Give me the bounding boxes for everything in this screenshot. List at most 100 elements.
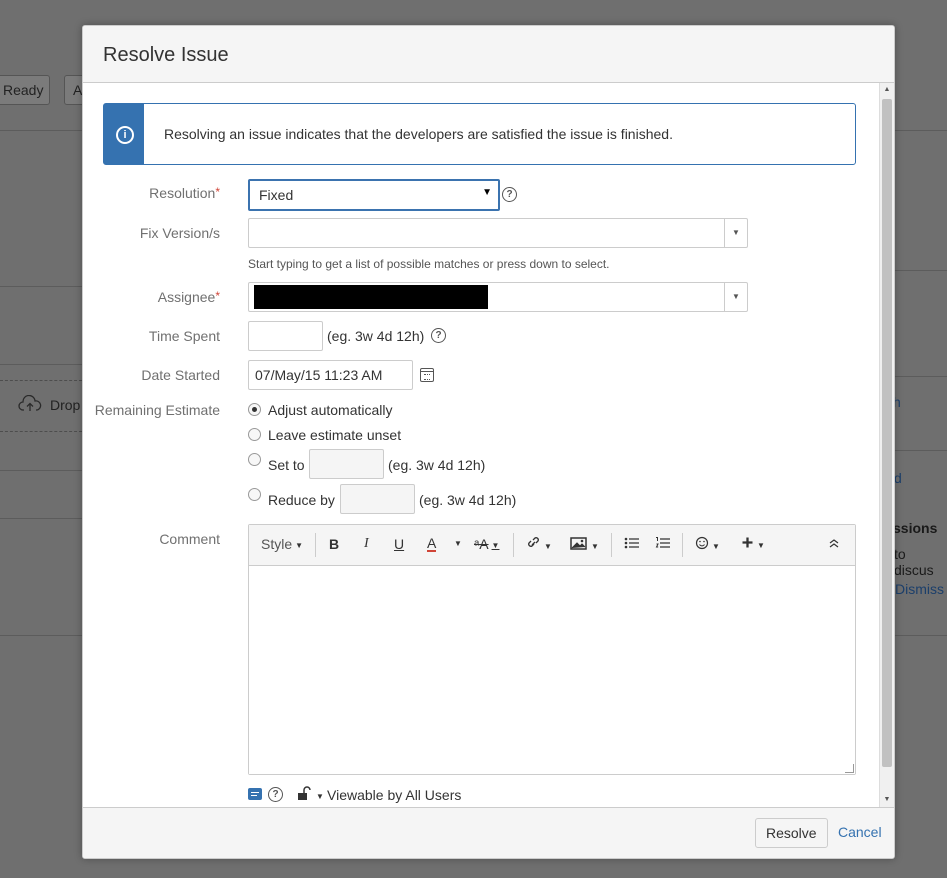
- help-icon[interactable]: ?: [502, 187, 517, 202]
- chevron-down-icon[interactable]: ▼: [316, 792, 324, 801]
- date-started-input[interactable]: [248, 360, 413, 390]
- background-divider: [0, 470, 82, 471]
- visibility-text[interactable]: Viewable by All Users: [327, 787, 461, 803]
- set-to-hint: (eg. 3w 4d 12h): [388, 457, 486, 473]
- set-to-input[interactable]: [309, 449, 384, 479]
- reduce-by-hint: (eg. 3w 4d 12h): [419, 492, 517, 508]
- required-marker: *: [215, 185, 220, 199]
- background-link: d: [894, 470, 902, 486]
- background-ready-button: Ready: [0, 75, 51, 105]
- assignee-dropdown-button[interactable]: ▼: [724, 283, 747, 311]
- resize-handle[interactable]: [845, 764, 854, 773]
- cancel-link[interactable]: Cancel: [838, 824, 882, 840]
- background-divider: [893, 450, 947, 451]
- background-divider: [0, 518, 82, 519]
- background-dismiss-link: Dismiss: [895, 581, 944, 597]
- time-spent-label: Time Spent: [148, 328, 220, 344]
- background-divider: [893, 635, 947, 636]
- chevron-down-icon: ▼: [491, 540, 500, 550]
- toolbar-separator: [513, 533, 514, 557]
- scroll-up-arrow[interactable]: ▲: [880, 83, 894, 97]
- chevron-down-icon: ▼: [295, 540, 304, 550]
- date-started-label: Date Started: [141, 367, 220, 383]
- time-spent-hint: (eg. 3w 4d 12h): [327, 328, 425, 344]
- numbered-list-button[interactable]: [655, 536, 671, 553]
- background-divider: [893, 130, 947, 131]
- resolution-label: Resolution*: [149, 185, 220, 201]
- italic-button[interactable]: I: [364, 536, 369, 552]
- background-divider: [0, 286, 82, 287]
- cloud-upload-icon: [18, 394, 42, 411]
- background-divider: [0, 130, 82, 131]
- chevron-down-icon: ▼: [482, 187, 492, 198]
- dialog-body: i Resolving an issue indicates that the …: [83, 83, 880, 807]
- lock-icon[interactable]: [297, 786, 311, 805]
- chevron-double-up-icon: [829, 539, 839, 548]
- resolution-select[interactable]: Fixed ▼: [248, 179, 500, 211]
- info-icon: i: [116, 126, 134, 144]
- fix-versions-hint: Start typing to get a list of possible m…: [248, 257, 610, 271]
- plus-icon: [742, 537, 753, 548]
- comment-textarea[interactable]: [249, 566, 855, 774]
- info-message-text: Resolving an issue indicates that the de…: [164, 126, 673, 142]
- help-icon[interactable]: ?: [268, 787, 283, 802]
- link-button[interactable]: ▼: [525, 536, 552, 553]
- assignee-redacted-value: [254, 285, 488, 309]
- bullet-list-icon: [624, 537, 639, 549]
- radio-adjust-automatically[interactable]: [248, 403, 261, 416]
- assignee-label: Assignee*: [157, 289, 220, 305]
- dialog-scrollbar[interactable]: ▲ ▼: [879, 83, 894, 807]
- scroll-down-arrow[interactable]: ▼: [880, 793, 894, 807]
- chevron-down-icon[interactable]: ▼: [454, 539, 462, 548]
- reduce-by-input[interactable]: [340, 484, 415, 514]
- wiki-markup-icon[interactable]: [248, 788, 262, 800]
- info-sidebar: i: [104, 104, 144, 164]
- style-dropdown[interactable]: Style ▼: [261, 536, 303, 552]
- radio-set-to[interactable]: [248, 453, 261, 466]
- radio-label-leave-estimate-unset: Leave estimate unset: [268, 427, 402, 443]
- insert-more-button[interactable]: ▼: [741, 536, 765, 552]
- radio-leave-estimate-unset[interactable]: [248, 428, 261, 441]
- chevron-down-icon: ▼: [591, 541, 599, 551]
- toolbar-separator: [315, 533, 316, 557]
- numbered-list-icon: [655, 537, 670, 548]
- editor-toolbar: Style ▼ B I U A ▼ ᵃA ▼ ▼ ▼ ▼ ▼: [249, 525, 855, 566]
- toolbar-separator: [611, 533, 612, 557]
- comment-editor: Style ▼ B I U A ▼ ᵃA ▼ ▼ ▼ ▼ ▼: [248, 524, 856, 775]
- link-icon: [528, 537, 539, 547]
- image-icon: [570, 537, 587, 550]
- emoticon-button[interactable]: ▼: [695, 536, 720, 553]
- chevron-down-icon: ▼: [757, 540, 765, 550]
- time-spent-field[interactable]: [249, 322, 322, 350]
- collapse-toolbar-button[interactable]: [828, 537, 840, 552]
- date-started-field[interactable]: [249, 361, 412, 389]
- fix-versions-input[interactable]: ▼: [248, 218, 748, 248]
- image-button[interactable]: ▼: [570, 536, 599, 553]
- radio-label-reduce-by: Reduce by: [268, 492, 335, 508]
- assignee-select[interactable]: ▼: [248, 282, 748, 312]
- chevron-down-icon: ▼: [732, 228, 740, 237]
- text-color-button[interactable]: A: [427, 536, 437, 552]
- bullet-list-button[interactable]: [624, 536, 640, 553]
- background-discussions-text: to discus: [894, 546, 934, 578]
- radio-label-set-to: Set to: [268, 457, 305, 473]
- dialog-title: Resolve Issue: [103, 44, 229, 66]
- required-marker: *: [215, 289, 220, 303]
- background-dropzone: Drop: [0, 380, 82, 432]
- bold-button[interactable]: B: [329, 536, 339, 552]
- resolve-button[interactable]: Resolve: [755, 818, 828, 848]
- dialog-footer: Resolve Cancel: [83, 807, 894, 858]
- text-style-button[interactable]: ᵃA ▼: [474, 536, 499, 552]
- calendar-icon[interactable]: [420, 368, 434, 382]
- fix-versions-dropdown-button[interactable]: ▼: [724, 219, 747, 247]
- radio-reduce-by[interactable]: [248, 488, 261, 501]
- chevron-down-icon: ▼: [712, 541, 720, 551]
- underline-button[interactable]: U: [394, 536, 404, 552]
- time-spent-input[interactable]: [248, 321, 323, 351]
- scroll-thumb[interactable]: [882, 99, 892, 767]
- info-message: i Resolving an issue indicates that the …: [103, 103, 856, 165]
- radio-label-adjust-automatically: Adjust automatically: [268, 402, 393, 418]
- background-divider: [893, 376, 947, 377]
- background-divider: [0, 364, 82, 365]
- help-icon[interactable]: ?: [431, 328, 446, 343]
